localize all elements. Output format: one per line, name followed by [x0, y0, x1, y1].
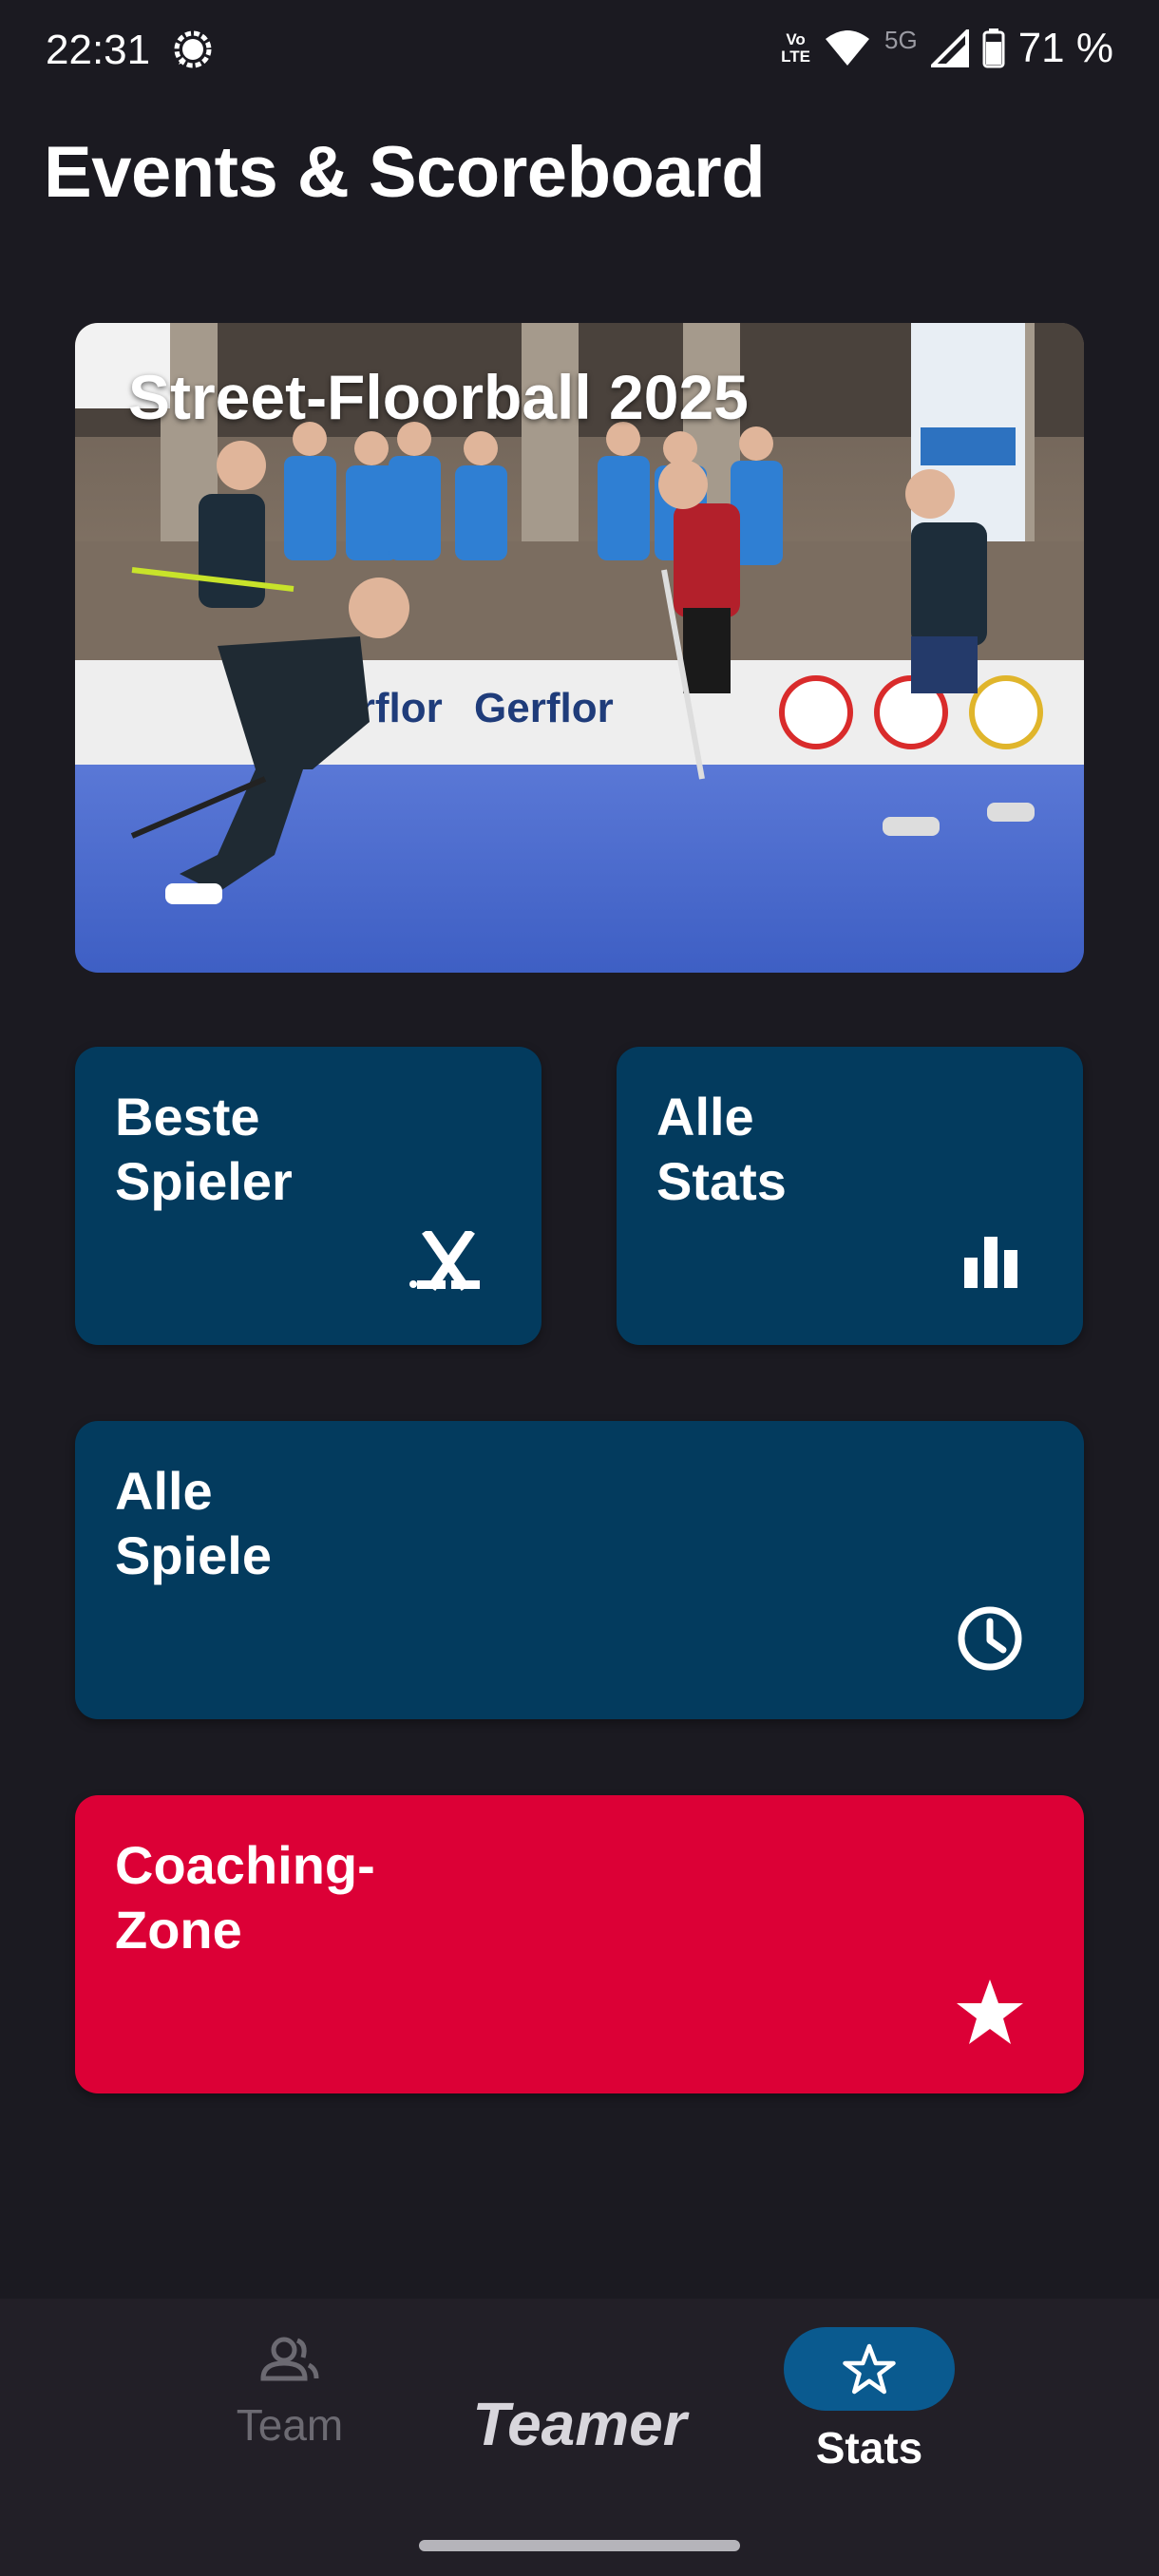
people-icon — [260, 2337, 319, 2381]
status-bar: 22:31 Vo LTE 5G 71 % — [0, 0, 1159, 104]
all-stats-tile[interactable]: Alle Stats — [617, 1047, 1083, 1345]
bar-chart-icon — [964, 1237, 1017, 1288]
wifi-icon — [826, 30, 870, 66]
event-title: Street-Floorball 2025 — [128, 362, 749, 432]
all-stats-label: Alle Stats — [656, 1087, 787, 1211]
coaching-zone-label: Coaching- Zone — [115, 1835, 375, 1960]
home-indicator[interactable] — [419, 2540, 740, 2551]
coaching-zone-tile[interactable]: Coaching- Zone — [75, 1795, 1084, 2093]
event-hero-card[interactable]: Gerflor Gerflor Street-Floorball 2025 — [75, 323, 1084, 973]
page-title: Events & Scoreboard — [44, 132, 766, 213]
chat-bubble-icon — [174, 30, 212, 68]
signal-icon — [930, 29, 969, 67]
network-type: 5G — [884, 25, 918, 54]
brand-logo-text: Teamer — [472, 2390, 687, 2458]
all-games-tile[interactable]: Alle Spiele — [75, 1421, 1084, 1719]
floorball-sticks-icon — [409, 1231, 480, 1291]
nav-stats-label: Stats — [815, 2423, 923, 2472]
clock-icon — [958, 1606, 1022, 1671]
star-icon — [957, 1979, 1023, 2044]
star-outline-icon — [843, 2343, 896, 2395]
svg-text:Gerflor: Gerflor — [474, 685, 614, 731]
best-players-label: Beste Spieler — [115, 1087, 293, 1211]
status-time: 22:31 — [46, 27, 151, 73]
best-players-tile[interactable]: Beste Spieler — [75, 1047, 542, 1345]
battery-icon — [982, 28, 1005, 68]
battery-percent: 71 % — [1017, 25, 1113, 71]
volte-indicator: Vo LTE — [781, 30, 811, 66]
nav-stats[interactable]: Stats — [771, 2327, 967, 2473]
nav-stats-indicator — [784, 2327, 955, 2411]
all-games-label: Alle Spiele — [115, 1461, 272, 1585]
